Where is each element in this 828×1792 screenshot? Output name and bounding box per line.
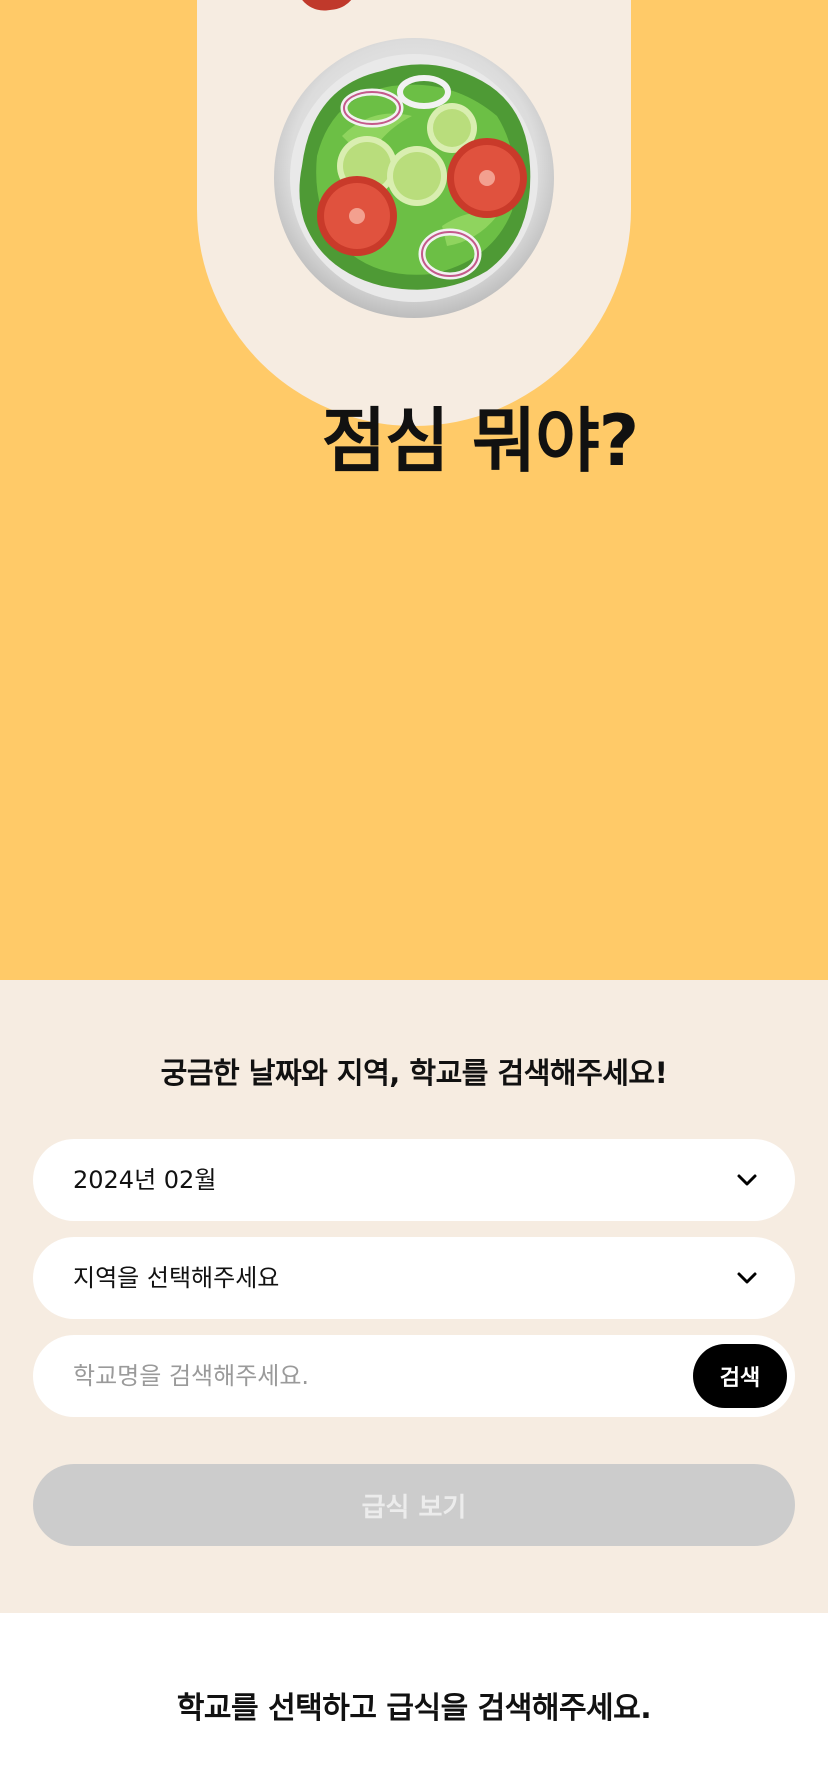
region-select-value: 지역을 선택해주세요 — [73, 1264, 280, 1292]
page-title: 점심 뭐야? — [321, 400, 640, 482]
search-panel: 궁금한 날짜와 지역, 학교를 검색해주세요! 2024년 02월 지역을 선택… — [0, 980, 828, 1613]
view-meal-button[interactable]: 급식 보기 — [33, 1464, 795, 1546]
search-heading: 궁금한 날짜와 지역, 학교를 검색해주세요! — [160, 1056, 668, 1090]
school-search-field: 검색 — [33, 1335, 795, 1417]
chevron-down-icon — [737, 1272, 757, 1284]
results-section: 학교를 선택하고 급식을 검색해주세요. — [0, 1613, 828, 1792]
salad-bowl-icon — [274, 38, 554, 318]
region-select[interactable]: 지역을 선택해주세요 — [33, 1237, 795, 1319]
school-search-input[interactable] — [73, 1335, 693, 1417]
hero-section: 점심 뭐야? — [0, 0, 828, 980]
month-select[interactable]: 2024년 02월 — [33, 1139, 795, 1221]
month-select-value: 2024년 02월 — [73, 1166, 217, 1194]
search-button[interactable]: 검색 — [693, 1344, 787, 1408]
results-empty-message: 학교를 선택하고 급식을 검색해주세요. — [176, 1691, 652, 1726]
chevron-down-icon — [737, 1174, 757, 1186]
